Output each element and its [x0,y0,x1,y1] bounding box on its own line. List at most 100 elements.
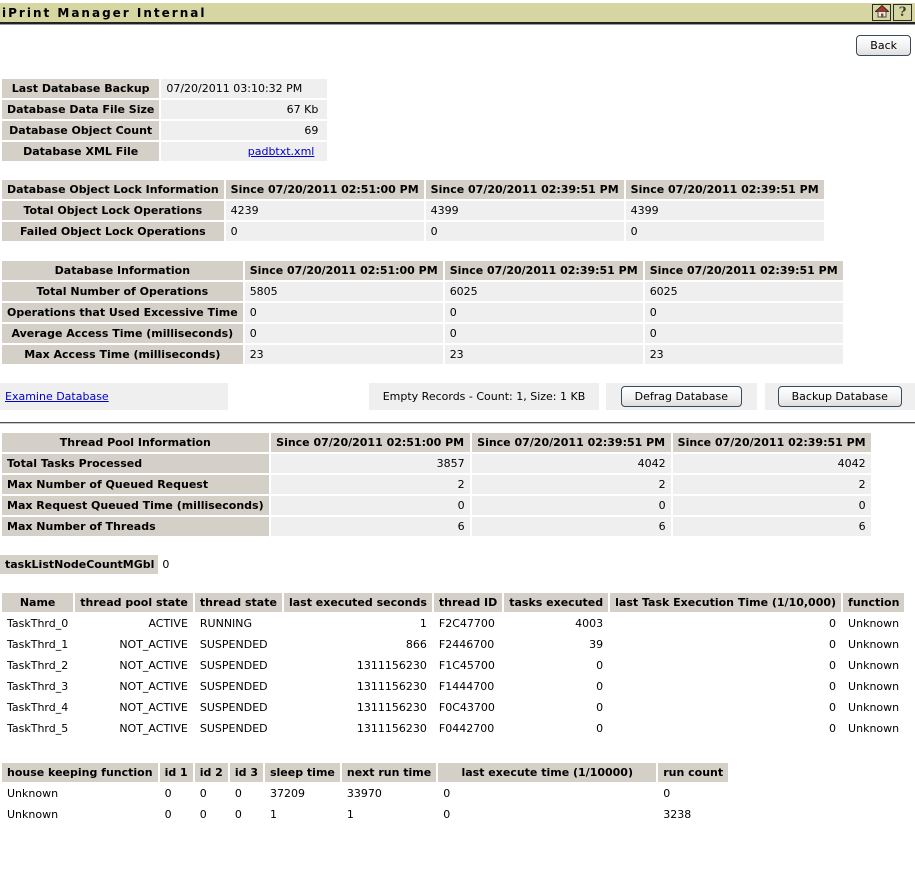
cell-value: 1 [284,614,432,633]
cell-value: Unknown [843,719,904,738]
cell-value: F1C45700 [434,656,502,675]
cell-value: 67 Kb [161,100,327,119]
defrag-database-button[interactable]: Defrag Database [621,386,742,407]
table-row: Database XML File padbtxt.xml [2,142,327,161]
cell-value: 1311156230 [284,719,432,738]
back-row: Back [0,35,911,56]
cell-value: 0 [445,303,643,322]
column-header: last executed seconds [284,593,432,612]
column-header: last Task Execution Time (1/10,000) [610,593,841,612]
cell-value: SUSPENDED [195,677,282,696]
backup-database-button[interactable]: Backup Database [778,386,902,407]
table-row: TaskThrd_4 NOT_ACTIVE SUSPENDED 13111562… [2,698,904,717]
cell-value: RUNNING [195,614,282,633]
table-row: TaskThrd_0 ACTIVE RUNNING 1 F2C47700 400… [2,614,904,633]
cell-value: NOT_ACTIVE [75,635,193,654]
defrag-cell: Defrag Database [606,383,756,410]
cell-value: 6 [673,517,871,536]
cell-value: 0 [673,496,871,515]
cell-value: Unknown [843,635,904,654]
table-row: Database Object Count 69 [2,121,327,140]
examine-database-link[interactable]: Examine Database [5,390,109,403]
examine-database-cell: Examine Database [0,383,228,410]
cell-value: TaskThrd_2 [2,656,73,675]
column-header: Since 07/20/2011 02:39:51 PM [426,180,624,199]
column-header: last execute time (1/10000) [438,763,656,782]
cell-value: 0 [230,805,263,824]
titlebar-underline [0,24,915,25]
cell-value: 0 [504,719,608,738]
cell-value: 0 [610,677,841,696]
table-row: Max Request Queued Time (milliseconds) 0… [2,496,871,515]
cell-value: 0 [445,324,643,343]
cell-value: 37209 [265,784,340,803]
cell-value: 3238 [658,805,728,824]
database-actions-row: Examine Database Empty Records - Count: … [0,383,915,410]
cell-value: 4399 [426,201,624,220]
cell-value: 6025 [445,282,643,301]
cell-value: 1311156230 [284,677,432,696]
cell-value: 1 [342,805,436,824]
database-xml-file-link[interactable]: padbtxt.xml [248,145,315,158]
table-row: Unknown 0 0 0 1 1 0 3238 [2,805,728,824]
cell-value: 0 [271,496,470,515]
cell-value: NOT_ACTIVE [75,656,193,675]
cell-value: 0 [195,805,228,824]
cell-value: 0 [504,656,608,675]
cell-value: 6 [472,517,671,536]
table-row: Operations that Used Excessive Time 0 0 … [2,303,843,322]
home-icon [875,5,889,21]
cell-value: 07/20/2011 03:10:32 PM [161,79,327,98]
cell-value: 0 [426,222,624,241]
cell-value: 0 [504,698,608,717]
column-header: id 2 [195,763,228,782]
column-header: tasks executed [504,593,608,612]
cell-value: TaskThrd_4 [2,698,73,717]
cell-value: SUSPENDED [195,698,282,717]
cell-value: TaskThrd_0 [2,614,73,633]
help-button[interactable]: ? [893,4,912,21]
row-label: Total Object Lock Operations [2,201,224,220]
cell-value: Unknown [2,805,158,824]
table-header-row: house keeping function id 1 id 2 id 3 sl… [2,763,728,782]
cell-value: 0 [645,324,843,343]
cell-value: 2 [673,475,871,494]
cell-value: 3857 [271,454,470,473]
column-header: house keeping function [2,763,158,782]
back-button[interactable]: Back [856,35,911,56]
home-button[interactable] [872,4,891,21]
row-label: Last Database Backup [2,79,159,98]
row-label: Average Access Time (milliseconds) [2,324,243,343]
table-row: Last Database Backup 07/20/2011 03:10:32… [2,79,327,98]
cell-value: F1444700 [434,677,502,696]
cell-value: 4239 [226,201,424,220]
table-row: TaskThrd_2 NOT_ACTIVE SUSPENDED 13111562… [2,656,904,675]
table-row: Max Number of Queued Request 2 2 2 [2,475,871,494]
cell-value: NOT_ACTIVE [75,677,193,696]
cell-value: 39 [504,635,608,654]
cell-value: 0 [160,805,193,824]
cell-value: Unknown [2,784,158,803]
column-header: Since 07/20/2011 02:39:51 PM [472,433,671,452]
cell-value: 69 [161,121,327,140]
cell-value: SUSPENDED [195,656,282,675]
cell-value: 0 [610,614,841,633]
cell-value: 0 [658,784,728,803]
row-label: Operations that Used Excessive Time [2,303,243,322]
row-label: Failed Object Lock Operations [2,222,224,241]
row-label: Database Object Count [2,121,159,140]
column-header: Since 07/20/2011 02:39:51 PM [645,261,843,280]
cell-value: 0 [610,656,841,675]
counter-value: 0 [158,558,169,571]
cell-value: TaskThrd_5 [2,719,73,738]
cell-value: 6 [271,517,470,536]
cell-value: 0 [438,805,656,824]
table-row: Max Access Time (milliseconds) 23 23 23 [2,345,843,364]
table-header-row: Database Object Lock Information Since 0… [2,180,824,199]
cell-value: 0 [610,635,841,654]
cell-value: 4042 [673,454,871,473]
column-header: run count [658,763,728,782]
column-header: Since 07/20/2011 02:39:51 PM [673,433,871,452]
backup-cell: Backup Database [765,383,915,410]
threads-table: Name thread pool state thread state last… [0,591,906,740]
